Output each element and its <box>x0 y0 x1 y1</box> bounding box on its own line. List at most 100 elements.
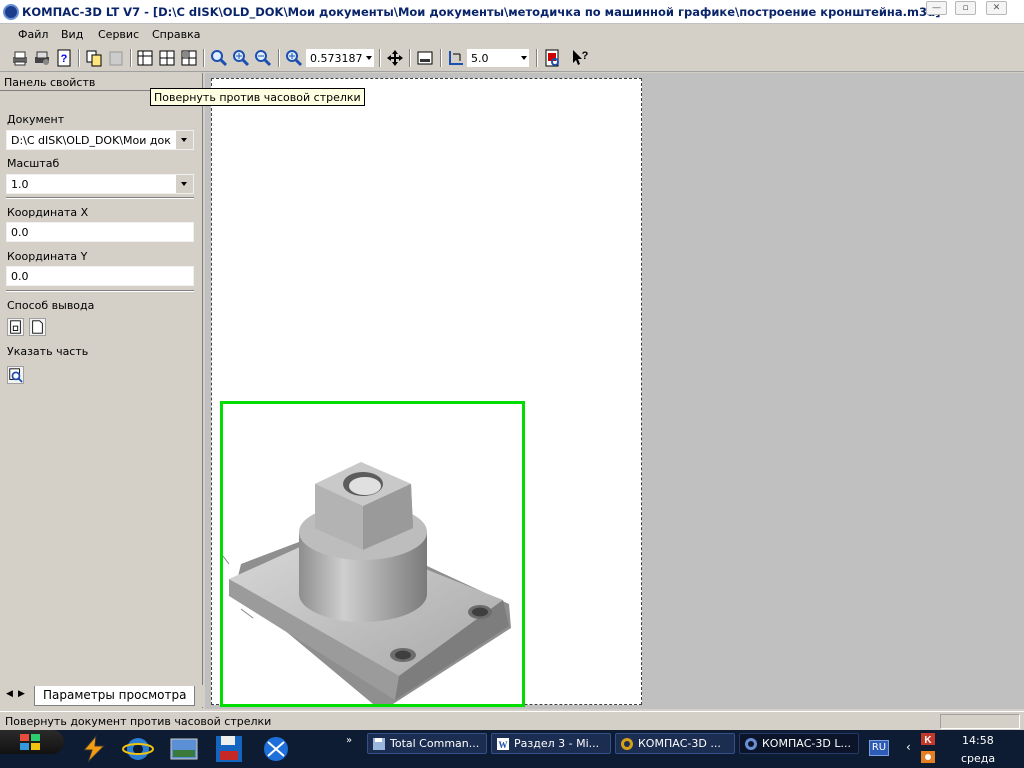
clock-day: среда <box>961 752 996 765</box>
kompas-icon <box>745 738 757 750</box>
coord-y-field[interactable]: 0.0 <box>6 266 194 286</box>
network-app-icon[interactable] <box>260 734 292 764</box>
toolbar-separator <box>203 49 205 67</box>
output-mode-label: Способ вывода <box>7 299 95 312</box>
document-value: D:\C dISK\OLD_DOK\Мои докум <box>11 134 171 147</box>
scale-select[interactable]: 1.0 <box>6 174 194 194</box>
paste-icon[interactable] <box>106 48 126 68</box>
copy-icon[interactable] <box>84 48 104 68</box>
windows-logo-icon <box>20 734 40 750</box>
zoom-icon[interactable] <box>209 48 229 68</box>
output-fit-icon[interactable] <box>7 318 24 336</box>
scale-label: Масштаб <box>7 157 60 170</box>
menu-view[interactable]: Вид <box>61 28 83 41</box>
winamp-icon[interactable] <box>78 734 110 764</box>
menu-help[interactable]: Справка <box>152 28 200 41</box>
toolbar: ? 0.573187 5.0 ? <box>0 45 1024 72</box>
minimize-button[interactable]: — <box>926 1 947 15</box>
pan-move-icon[interactable] <box>385 48 405 68</box>
output-page-icon[interactable] <box>29 318 46 336</box>
tab-scroll-left-icon[interactable]: ◀ <box>6 689 13 699</box>
zoom-out-icon[interactable] <box>253 48 273 68</box>
floppy-save-icon[interactable] <box>213 734 245 764</box>
task-total-commander[interactable]: Total Comman... <box>367 733 487 754</box>
scale-value: 1.0 <box>11 178 29 191</box>
status-bar: Повернуть документ против часовой стрелк… <box>0 711 1024 730</box>
print-setup-icon[interactable] <box>32 48 52 68</box>
task-label: Раздел 3 - Mi... <box>514 737 600 750</box>
zoom-scale-icon[interactable] <box>284 48 304 68</box>
antivirus-icon[interactable]: K <box>920 732 936 746</box>
fit-sheet-icon[interactable] <box>415 48 435 68</box>
internet-explorer-icon[interactable] <box>122 734 154 764</box>
word-icon: W <box>497 738 509 750</box>
zoom-in-icon[interactable] <box>231 48 251 68</box>
task-kompas-1[interactable]: КОМПАС-3D ... <box>615 733 735 754</box>
chevron-down-icon[interactable] <box>176 175 193 193</box>
task-label: КОМПАС-3D L... <box>762 737 851 750</box>
coord-y-label: Координата Y <box>7 250 88 263</box>
toolbar-separator <box>409 49 411 67</box>
model-viewport[interactable] <box>220 401 525 707</box>
print-icon[interactable] <box>10 48 30 68</box>
tooltip: Повернуть против часовой стрелки <box>150 88 365 106</box>
chevron-down-icon <box>521 56 527 60</box>
sheet-layout-icon[interactable] <box>135 48 155 68</box>
window-title: КОМПАС-3D LT V7 - [D:\C dISK\OLD_DOK\Мои… <box>22 5 941 19</box>
zoom-scale-combo[interactable]: 0.573187 <box>305 48 375 68</box>
help-icon[interactable]: ? <box>54 48 74 68</box>
sheet-grid-icon[interactable] <box>157 48 177 68</box>
preview-workspace <box>205 73 1024 709</box>
tray-expand-icon[interactable]: ‹ <box>906 740 911 754</box>
close-button[interactable]: ✕ <box>986 1 1007 15</box>
task-kompas-2[interactable]: КОМПАС-3D L... <box>739 733 859 754</box>
svg-text:?: ? <box>61 53 68 65</box>
coord-x-field[interactable]: 0.0 <box>6 222 194 242</box>
coord-x-label: Координата X <box>7 206 89 219</box>
step-icon[interactable] <box>446 48 466 68</box>
system-tray: RU ‹ K 14:58 среда <box>866 730 1024 768</box>
taskbar-overflow-icon[interactable]: » <box>346 735 352 746</box>
start-button[interactable] <box>0 730 64 754</box>
coord-x-value: 0.0 <box>11 226 29 239</box>
taskbar: » Total Comman... W Раздел 3 - Mi... КОМ… <box>0 730 1024 768</box>
language-indicator[interactable]: RU <box>869 740 889 756</box>
toolbar-separator <box>379 49 381 67</box>
print-preview-icon[interactable] <box>542 48 562 68</box>
document-select[interactable]: D:\C dISK\OLD_DOK\Мои докум <box>6 130 194 150</box>
tray-app-icon[interactable] <box>920 750 936 764</box>
context-help-icon[interactable]: ? <box>570 48 590 68</box>
floppy-icon <box>373 738 385 750</box>
step-combo[interactable]: 5.0 <box>466 48 530 68</box>
toolbar-separator <box>278 49 280 67</box>
sheet-tile-icon[interactable] <box>179 48 199 68</box>
task-word-document[interactable]: W Раздел 3 - Mi... <box>491 733 611 754</box>
show-desktop-icon[interactable] <box>168 734 200 764</box>
menu-bar: Файл Вид Сервис Справка <box>0 24 1024 44</box>
toolbar-separator <box>78 49 80 67</box>
coord-y-value: 0.0 <box>11 270 29 283</box>
svg-text:W: W <box>499 740 508 750</box>
menu-service[interactable]: Сервис <box>98 28 139 41</box>
bracket-model-image <box>223 462 511 704</box>
properties-panel: Панель свойств Документ D:\C dISK\OLD_DO… <box>0 73 203 708</box>
kompas-icon <box>621 738 633 750</box>
select-part-icon[interactable] <box>7 366 24 384</box>
status-pane <box>940 714 1020 729</box>
task-label: КОМПАС-3D ... <box>638 737 721 750</box>
title-bar: КОМПАС-3D LT V7 - [D:\C dISK\OLD_DOK\Мои… <box>0 0 1024 24</box>
panel-title: Панель свойств <box>4 76 96 89</box>
chevron-down-icon[interactable] <box>176 131 193 149</box>
panel-tab-strip: ◀ ▶ Параметры просмотра <box>0 685 203 707</box>
toolbar-separator <box>130 49 132 67</box>
tab-view-params[interactable]: Параметры просмотра <box>34 686 196 706</box>
tab-scroll-right-icon[interactable]: ▶ <box>18 689 25 699</box>
toolbar-separator <box>536 49 538 67</box>
kompas-logo-icon <box>3 4 19 20</box>
task-label: Total Comman... <box>390 737 480 750</box>
clock-time: 14:58 <box>962 734 994 747</box>
panel-divider <box>6 290 194 292</box>
menu-file[interactable]: Файл <box>18 28 48 41</box>
maximize-button[interactable]: ▫ <box>955 1 976 15</box>
zoom-scale-value: 0.573187 <box>310 52 363 65</box>
